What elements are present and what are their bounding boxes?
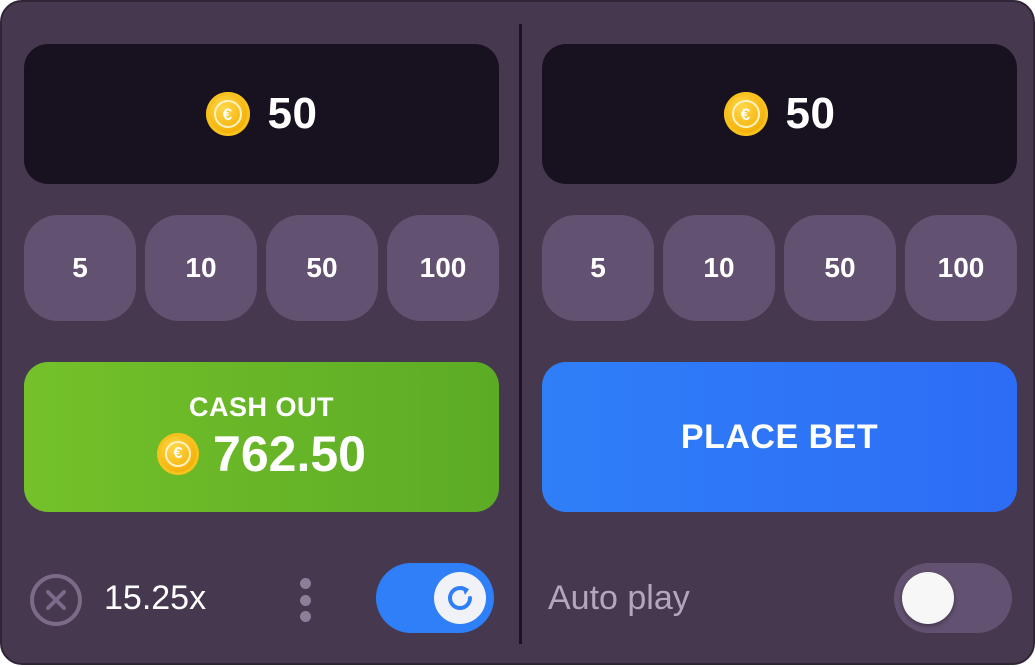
toggle-knob [902,572,954,624]
bet-amount-value: 50 [267,89,318,138]
auto-play-label: Auto play [548,579,690,617]
bet-panel: € 50 5 10 50 100 CASH OUT € 762.50 15.25… [0,0,1035,665]
quick-bet-5[interactable]: 5 [24,215,136,321]
quick-bet-5[interactable]: 5 [542,215,654,321]
euro-coin-icon: € [723,92,768,136]
cash-out-label: CASH OUT [189,391,334,422]
cash-out-amount: 762.50 [213,425,366,482]
bet-amount-display[interactable]: € 50 [542,44,1017,184]
quick-bet-100[interactable]: 100 [905,215,1017,321]
auto-cashout-multiplier[interactable]: 15.25x [104,579,206,618]
bet-amount-value: 50 [785,89,836,138]
bet-amount-display[interactable]: € 50 [24,44,499,184]
cash-out-button[interactable]: CASH OUT € 762.50 [24,362,499,512]
quick-bet-10[interactable]: 10 [145,215,257,321]
left-bet-section: € 50 5 10 50 100 CASH OUT € 762.50 15.25… [24,2,499,667]
auto-play-toggle[interactable] [894,563,1012,633]
quick-bet-chips: 5 10 50 100 [542,215,1017,321]
quick-bet-10[interactable]: 10 [663,215,775,321]
quick-bet-50[interactable]: 50 [784,215,896,321]
auto-cashout-toggle[interactable] [376,563,494,633]
quick-bet-chips: 5 10 50 100 [24,215,499,321]
panel-divider [519,24,522,644]
cancel-circle-icon[interactable] [30,574,82,626]
right-bet-section: € 50 5 10 50 100 PLACE BET Auto play [542,2,1017,667]
place-bet-button[interactable]: PLACE BET [542,362,1017,512]
place-bet-label: PLACE BET [680,417,879,456]
right-bottom-controls: Auto play [542,562,1017,634]
vertical-dots-icon[interactable] [298,578,312,622]
refresh-icon [434,572,486,624]
quick-bet-50[interactable]: 50 [266,215,378,321]
quick-bet-100[interactable]: 100 [387,215,499,321]
euro-coin-icon: € [205,92,250,136]
euro-coin-icon: € [157,432,200,475]
left-bottom-controls: 15.25x [24,562,499,634]
